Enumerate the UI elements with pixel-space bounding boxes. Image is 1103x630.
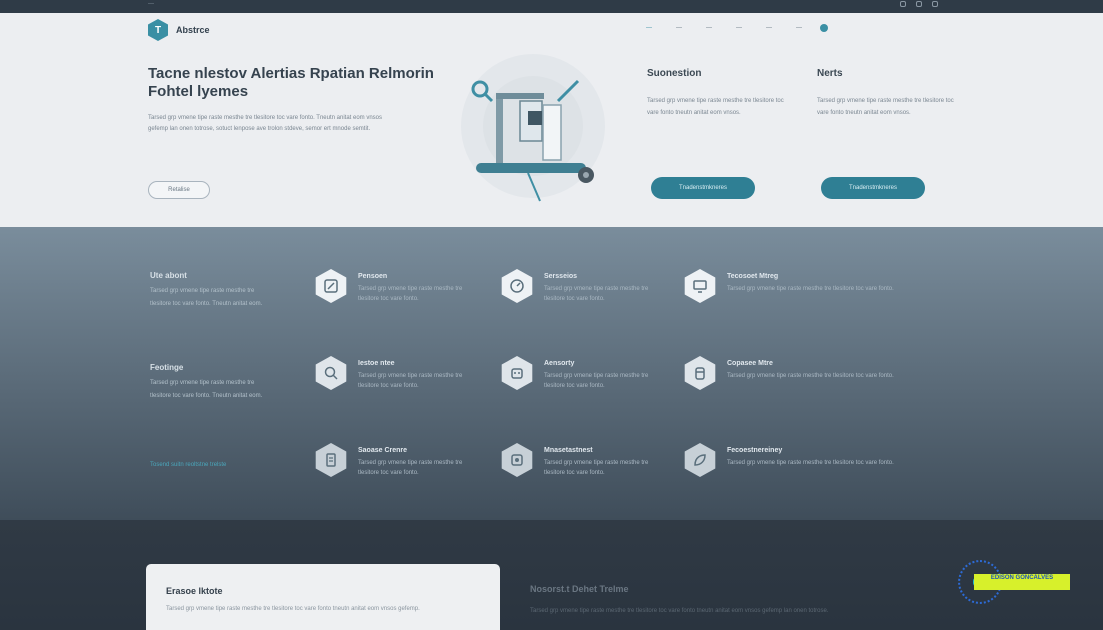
bottom-title: Nosorst.t Dehet Trelme [530, 584, 629, 594]
side-text: Tarsed grp vmene tipe raste mesthe tre t… [150, 288, 263, 307]
edit-icon [315, 269, 347, 303]
hero-paragraph: Tarsed grp vmene tipe raste mesthe tre t… [148, 115, 383, 132]
machine-illustration-icon [461, 54, 605, 202]
feature-item[interactable]: Saoase Crenre Tarsed grp vmene tipe raste… [314, 443, 469, 478]
features-section: Ute abont Tarsed grp vmene tipe raste me… [0, 227, 1103, 520]
bottom-text: Tarsed grp vmene tipe raste mesthe tre t… [530, 608, 829, 614]
logo[interactable]: T Abstrce [148, 19, 210, 41]
feature-title: Fecoestnereiney [727, 447, 783, 454]
brand-name: Abstrce [176, 25, 210, 35]
gauge-icon [501, 269, 533, 303]
feature-text: Tarsed grp vmene tipe raste mesthe tre t… [544, 460, 649, 476]
feature-title: Sersseios [544, 273, 578, 280]
feature-title: Mnasetastnest [544, 447, 593, 454]
feature-item[interactable]: Aensorty Tarsed grp vmene tipe raste mest… [500, 356, 655, 391]
settings-icon[interactable] [932, 1, 938, 7]
feature-text: Tarsed grp vmene tipe raste mesthe tre t… [358, 460, 463, 476]
feature-text: Tarsed grp vmene tipe raste mesthe tre t… [544, 286, 649, 302]
top-icons [900, 1, 938, 7]
feature-item[interactable]: Iestoe ntee Tarsed grp vmene tipe raste m… [314, 356, 469, 391]
feature-title: Aensorty [544, 360, 575, 367]
card-text: Tarsed grp vmene tipe raste mesthe tre t… [647, 98, 784, 116]
card-1: Suonestion Tarsed grp vmene tipe raste m… [647, 68, 797, 199]
side-text: Tarsed grp vmene tipe raste mesthe tre t… [150, 380, 263, 399]
hero-title: Tacne nlestov Alertias Rpatian Relmorin … [148, 65, 434, 100]
device-icon [501, 443, 533, 477]
feature-item[interactable]: Sersseios Tarsed grp vmene tipe raste mes… [500, 269, 655, 304]
feature-title: Saoase Crenre [358, 447, 408, 454]
help-icon[interactable] [820, 24, 828, 32]
feature-item[interactable]: Mnasetastnest Tarsed grp vmene tipe raste… [500, 443, 655, 478]
side-heading: Ute abont [150, 271, 187, 280]
tank-icon [684, 356, 716, 390]
user-icon[interactable] [916, 1, 922, 7]
feature-title: Pensoen [358, 273, 388, 280]
feature-text: Tarsed grp vmene tipe raste mesthe tre t… [358, 286, 463, 302]
nav-item-4[interactable]: — [730, 22, 748, 34]
info-card-title: Erasoe lktote [166, 586, 223, 596]
nav-item-6[interactable]: — [790, 22, 808, 34]
card-button[interactable]: Tnadenstmkneres [651, 177, 755, 199]
logo-mark-icon: T [148, 19, 168, 41]
side-heading: Feotinge [150, 363, 184, 372]
feature-title: Iestoe ntee [358, 360, 395, 367]
card-title: Suonestion [647, 68, 702, 79]
info-card: Erasoe lktote Tarsed grp vmene tipe rast… [146, 564, 500, 630]
feature-item[interactable]: Fecoestnereiney Tarsed grp vmene tipe ras… [683, 443, 908, 477]
top-bar: — [0, 0, 1103, 13]
nav-item-2[interactable]: — [670, 22, 688, 34]
badge-label: EDISON GONCALVES [974, 574, 1070, 590]
hero-button[interactable]: Retalise [148, 181, 210, 199]
feature-text: Tarsed grp vmene tipe raste mesthe tre t… [727, 286, 894, 292]
side-footer-link[interactable]: Tosend suitn reoltstne trelste [150, 459, 280, 472]
hero-section: T Abstrce — — — — — — Tacne nlestov Aler… [0, 13, 1103, 227]
card-text: Tarsed grp vmene tipe raste mesthe tre t… [817, 98, 954, 116]
feature-item[interactable]: Tecosoet Mtreg Tarsed grp vmene tipe rast… [683, 269, 908, 303]
notification-icon[interactable] [900, 1, 906, 7]
nav-item-5[interactable]: — [760, 22, 778, 34]
robot-icon [501, 356, 533, 390]
nav-item-1[interactable]: — [640, 22, 658, 34]
info-card-text: Tarsed grp vmene tipe raste mesthe tre t… [166, 606, 420, 612]
feature-title: Copasee Mtre [727, 360, 773, 367]
breadcrumb: — [148, 1, 154, 7]
feature-item[interactable]: Copasee Mtre Tarsed grp vmene tipe raste … [683, 356, 908, 390]
feature-text: Tarsed grp vmene tipe raste mesthe tre t… [544, 373, 649, 389]
main-nav: — — — — — — [640, 22, 828, 34]
search-icon [315, 356, 347, 390]
watermark-badge: EDISON GONCALVES [958, 560, 1070, 604]
monitor-icon [684, 269, 716, 303]
feature-text: Tarsed grp vmene tipe raste mesthe tre t… [358, 373, 463, 389]
card-button[interactable]: Tnadenstmkneres [821, 177, 925, 199]
leaf-icon [684, 443, 716, 477]
feature-text: Tarsed grp vmene tipe raste mesthe tre t… [727, 460, 894, 466]
document-icon [315, 443, 347, 477]
card-2: Nerts Tarsed grp vmene tipe raste mesthe… [817, 68, 967, 199]
feature-item[interactable]: Pensoen Tarsed grp vmene tipe raste mesth… [314, 269, 469, 304]
card-title: Nerts [817, 68, 843, 79]
bottom-section: Erasoe lktote Tarsed grp vmene tipe rast… [0, 520, 1103, 630]
feature-title: Tecosoet Mtreg [727, 273, 779, 280]
feature-text: Tarsed grp vmene tipe raste mesthe tre t… [727, 373, 894, 379]
nav-item-3[interactable]: — [700, 22, 718, 34]
